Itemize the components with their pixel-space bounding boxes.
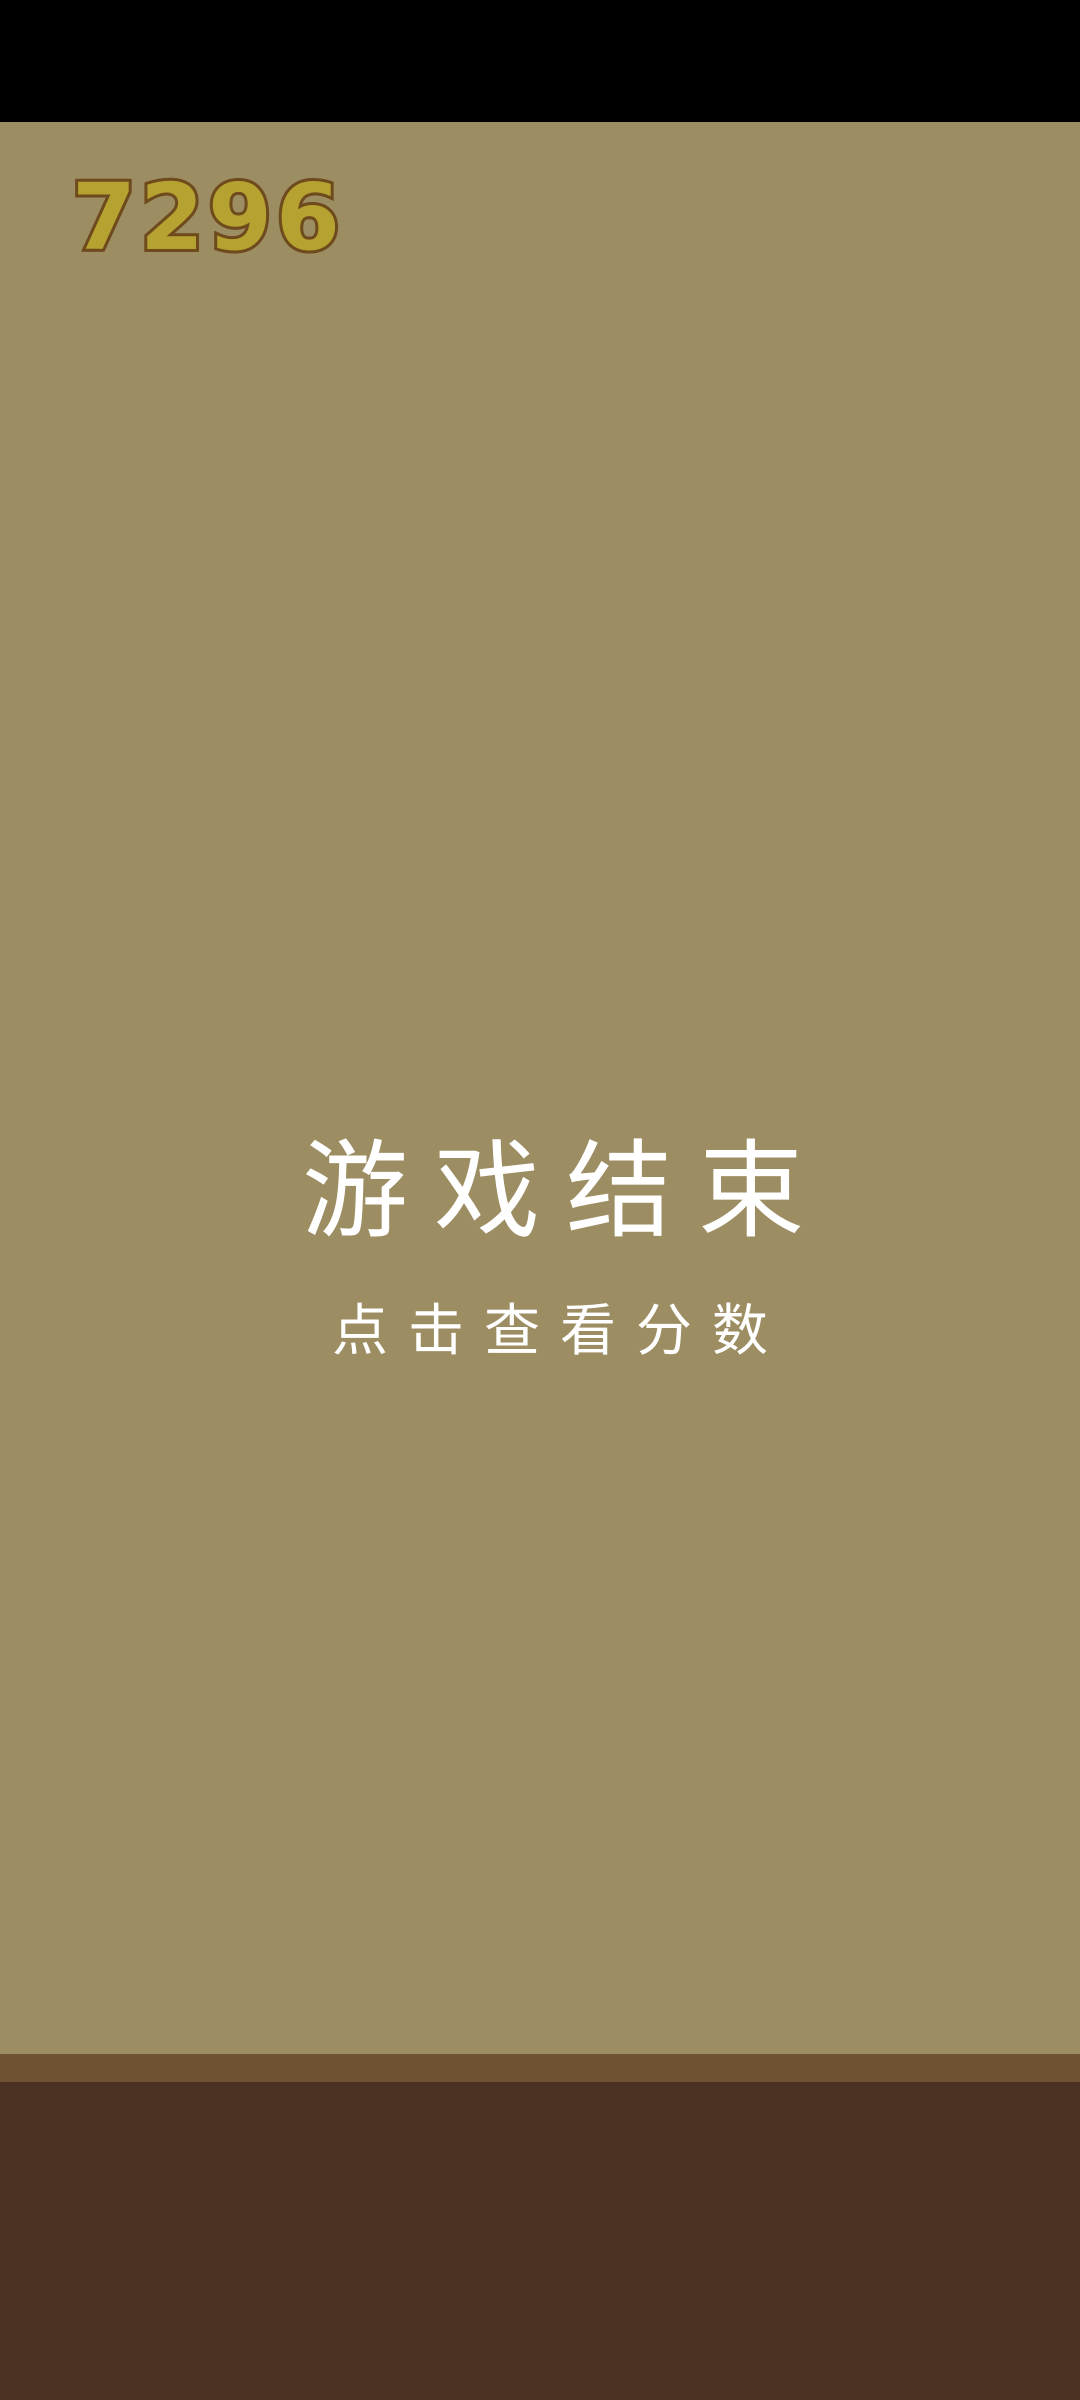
ground (0, 2082, 1080, 2400)
ground-edge (0, 2054, 1080, 2082)
view-score-prompt[interactable]: 点击查看分数 (0, 1298, 1080, 1365)
game-over-title: 游戏结束 (302, 1130, 830, 1253)
game-screen[interactable]: 7296 游戏结束 点击查看分数 (0, 0, 1080, 2400)
status-bar (0, 0, 1080, 122)
score-counter: 7296 (69, 164, 345, 271)
play-area[interactable] (0, 122, 1080, 2054)
